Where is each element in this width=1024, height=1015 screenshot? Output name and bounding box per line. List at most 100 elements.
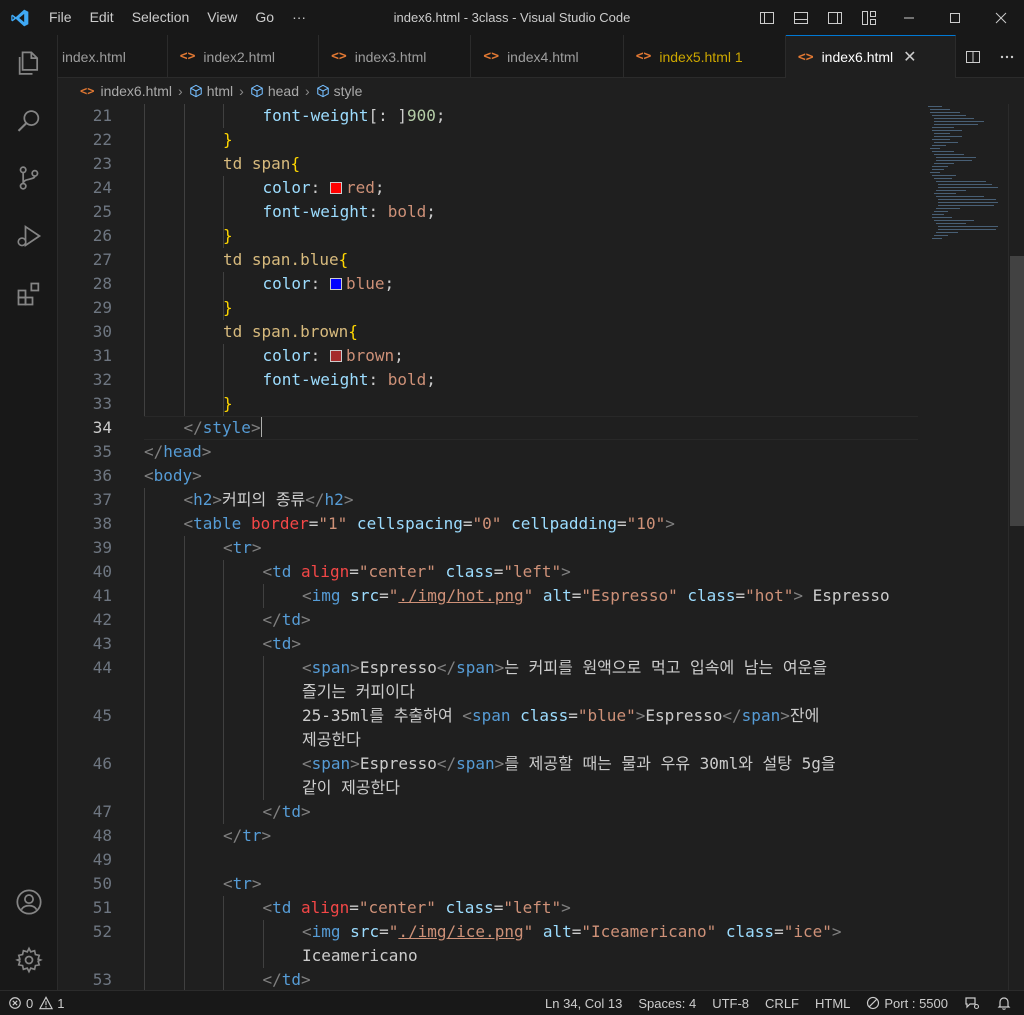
customize-layout-icon[interactable] (852, 0, 886, 35)
code-line[interactable]: 48 </tr> (58, 824, 918, 848)
breadcrumb-file[interactable]: <> index6.html (80, 83, 172, 99)
code-line[interactable]: 34 </style> (58, 416, 918, 440)
code-line[interactable]: 30 td span.brown{ (58, 320, 918, 344)
toggle-secondary-sidebar-icon[interactable] (818, 0, 852, 35)
tab-index4-html[interactable]: <> index4.html (471, 35, 624, 78)
run-debug-icon[interactable] (0, 211, 58, 261)
line-number: 28 (92, 274, 112, 293)
code-line[interactable]: 35 </head> (58, 440, 918, 464)
menu-view[interactable]: View (198, 0, 246, 35)
html-file-icon: <> (483, 49, 500, 64)
minimap-line (930, 112, 960, 113)
tab-label: index3.html (354, 48, 427, 65)
maximize-button[interactable] (932, 0, 978, 35)
code-line[interactable]: 45 25-35ml를 추출하여 <span class="blue">Espre… (58, 704, 918, 728)
toggle-primary-sidebar-icon[interactable] (750, 0, 784, 35)
breadcrumb-html[interactable]: html (189, 83, 233, 99)
menu-go[interactable]: Go (246, 0, 283, 35)
wrapped-line[interactable]: 즐기는 커피이다 (58, 680, 918, 704)
tab-index3-html[interactable]: <> index3.html (319, 35, 472, 78)
tab-index-html[interactable]: index.html (58, 35, 168, 78)
code-line[interactable]: 51 <td align="center" class="left"> (58, 896, 918, 920)
line-number: 39 (92, 538, 112, 557)
extensions-icon[interactable] (0, 269, 58, 319)
wrapped-line[interactable]: Iceamericano (58, 944, 918, 968)
menu-edit[interactable]: Edit (81, 0, 123, 35)
color-swatch[interactable] (329, 182, 342, 194)
indent-guide (223, 104, 224, 128)
end-of-line[interactable]: CRLF (757, 991, 807, 1015)
code-text: <span>Espresso</span>는 커피를 원액으로 먹고 입속에 남… (302, 658, 828, 677)
minimap-line (936, 181, 986, 182)
notifications-bell-icon[interactable] (988, 991, 1024, 1015)
minimize-button[interactable] (886, 0, 932, 35)
search-icon[interactable] (0, 96, 58, 146)
wrapped-line[interactable]: 같이 제공한다 (58, 776, 918, 800)
code-text: td span.brown{ (223, 322, 358, 341)
cursor-position[interactable]: Ln 34, Col 13 (537, 991, 630, 1015)
code-line[interactable]: 42 </td> (58, 608, 918, 632)
editor-scrollbar[interactable] (1008, 104, 1024, 990)
close-tab-icon[interactable]: ✕ (903, 47, 916, 67)
code-line[interactable]: 47 </td> (58, 800, 918, 824)
breadcrumb-head[interactable]: head (250, 83, 299, 99)
code-line[interactable]: 26} (58, 224, 918, 248)
code-line[interactable]: 37 <h2>커피의 종류</h2> (58, 488, 918, 512)
settings-gear-icon[interactable] (0, 935, 58, 985)
code-line[interactable]: 23 td span{ (58, 152, 918, 176)
tab-index2-html[interactable]: <> index2.html (168, 35, 320, 78)
code-line[interactable]: 49 (58, 848, 918, 872)
code-line[interactable]: 28 color: blue; (58, 272, 918, 296)
menu-selection[interactable]: Selection (123, 0, 199, 35)
color-swatch[interactable] (329, 350, 342, 362)
indent-guide (183, 536, 185, 990)
code-line[interactable]: 33} (58, 392, 918, 416)
more-actions-icon[interactable] (990, 39, 1024, 74)
line-number: 50 (92, 874, 112, 893)
code-line[interactable]: 36 <body> (58, 464, 918, 488)
code-line[interactable]: 24 color: red; (58, 176, 918, 200)
code-line[interactable]: 21 font-weight[: ]900; (58, 104, 918, 128)
indentation[interactable]: Spaces: 4 (630, 991, 704, 1015)
code-line[interactable]: 39 <tr> (58, 536, 918, 560)
explorer-icon[interactable] (0, 39, 58, 89)
toggle-panel-icon[interactable] (784, 0, 818, 35)
code-line[interactable]: 46 <span>Espresso</span>를 제공할 때는 물과 우유 30… (58, 752, 918, 776)
code-line[interactable]: 43 <td> (58, 632, 918, 656)
menu-more[interactable]: ··· (283, 0, 315, 35)
scrollbar-thumb[interactable] (1010, 256, 1024, 526)
source-control-icon[interactable] (0, 153, 58, 203)
code-line[interactable]: 29} (58, 296, 918, 320)
live-server-port[interactable]: Port : 5500 (858, 991, 956, 1015)
wrapped-line[interactable]: 제공한다 (58, 728, 918, 752)
code-line[interactable]: 44 <span>Espresso</span>는 커피를 원액으로 먹고 입속에… (58, 656, 918, 680)
code-editor[interactable]: 21 font-weight[: ]900; 22} 23 td span{24 colo… (58, 104, 1024, 990)
code-line[interactable]: 27 td span.blue{ (58, 248, 918, 272)
code-line[interactable]: 53 </td> (58, 968, 918, 990)
language-mode[interactable]: HTML (807, 991, 858, 1015)
code-line[interactable]: 22} (58, 128, 918, 152)
code-line[interactable]: 52 <img src="./img/ice.png" alt="Iceameri… (58, 920, 918, 944)
tab-index5-html-1[interactable]: <> index5.html 1 (624, 35, 786, 78)
indent-guide (144, 488, 145, 990)
code-line[interactable]: 50 <tr> (58, 872, 918, 896)
minimap[interactable] (926, 104, 1006, 990)
accounts-icon[interactable] (0, 877, 58, 927)
color-swatch[interactable] (329, 278, 342, 290)
close-window-button[interactable] (978, 0, 1024, 35)
error-count: 0 (26, 995, 34, 1011)
split-editor-icon[interactable] (956, 39, 990, 74)
code-text: color: red; (262, 178, 385, 197)
encoding[interactable]: UTF-8 (704, 991, 757, 1015)
code-line[interactable]: 38 <table border="1" cellspacing="0" cell… (58, 512, 918, 536)
code-line[interactable]: 31 color: brown; (58, 344, 918, 368)
code-line[interactable]: 40 <td align="center" class="left"> (58, 560, 918, 584)
breadcrumb-style[interactable]: style (316, 83, 362, 99)
menu-file[interactable]: File (40, 0, 81, 35)
problems-indicator[interactable]: 0 1 (0, 991, 72, 1015)
code-line[interactable]: 41 <img src="./img/hot.png" alt="Espresso… (58, 584, 918, 608)
feedback-icon[interactable] (956, 991, 988, 1015)
tab-index6-html[interactable]: <> index6.html ✕ (785, 35, 956, 78)
code-line[interactable]: 25 font-weight: bold; (58, 200, 918, 224)
code-line[interactable]: 32 font-weight: bold; (58, 368, 918, 392)
